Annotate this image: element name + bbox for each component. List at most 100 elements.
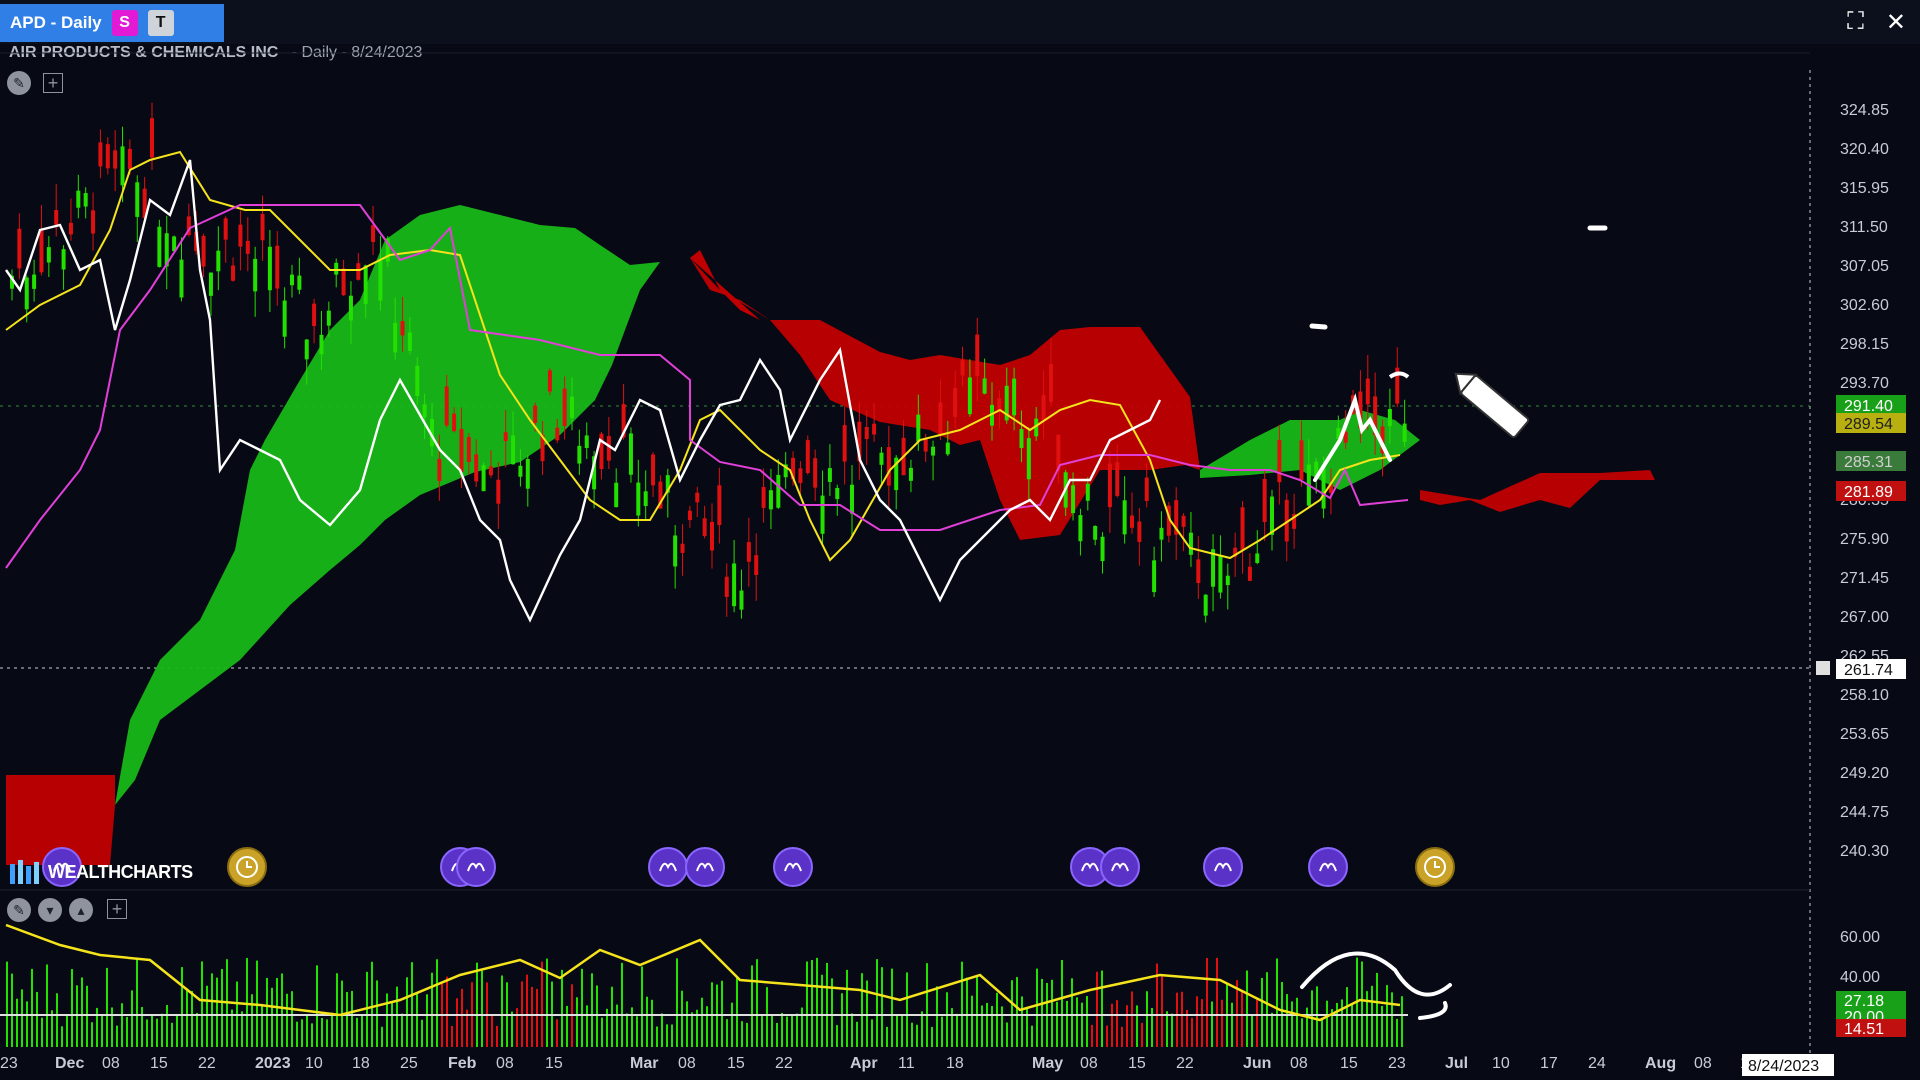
oscillator-tick-label: 60.00 [1840, 929, 1880, 946]
volume-bar [1376, 972, 1378, 1047]
volume-bar [1006, 1022, 1008, 1047]
candle-body [651, 454, 656, 486]
volume-bar [1246, 970, 1248, 1047]
volume-bar [141, 1007, 143, 1047]
osc-pointer-icon[interactable]: ✎ [7, 898, 31, 922]
price-tick-label: 244.75 [1840, 804, 1889, 821]
volume-bar [981, 1005, 983, 1047]
volume-bar [206, 985, 208, 1047]
price-chart[interactable]: 324.85 320.40 315.95 311.50 307.05 302.60 298.… [0, 0, 1920, 1080]
candle-body [1277, 440, 1282, 483]
volume-bar [1296, 997, 1298, 1047]
volume-bar [666, 1024, 668, 1047]
volume-bar [531, 986, 533, 1047]
volume-bar [621, 962, 623, 1047]
volume-bar [276, 978, 278, 1047]
volume-bar [731, 1002, 733, 1047]
volume-bar [221, 968, 223, 1047]
volume-bar [1036, 968, 1038, 1047]
volume-bar [576, 997, 578, 1047]
candle-body [739, 590, 744, 610]
candle-body [127, 148, 132, 169]
volume-bar [996, 992, 998, 1047]
candle-body [931, 446, 936, 456]
volume-bar [921, 1011, 923, 1047]
volume-bar [1231, 1002, 1233, 1047]
volume-bar [586, 1005, 588, 1047]
volume-bar [836, 1025, 838, 1047]
price-tick-label: 293.70 [1840, 375, 1889, 392]
volume-bar [876, 959, 878, 1047]
candle-body [83, 193, 88, 207]
candle-body [459, 428, 464, 473]
volume-bar [1041, 978, 1043, 1047]
earnings-marker-icon [227, 847, 267, 887]
pointer-tool-icon[interactable]: ✎ [7, 71, 31, 95]
candle-body [768, 490, 773, 510]
candle-body [975, 334, 980, 376]
volume-bar [1071, 978, 1073, 1047]
candle-body [967, 377, 972, 415]
volume-bar [871, 1019, 873, 1047]
volume-bar [1086, 996, 1088, 1047]
volume-bar [961, 961, 963, 1047]
date-tick-label: 08 [1694, 1055, 1712, 1072]
volume-bar [1381, 1005, 1383, 1047]
volume-bar [1276, 958, 1278, 1047]
volume-bar [1001, 1006, 1003, 1047]
volume-bar [1061, 959, 1063, 1047]
oscillator-tag-label: 14.51 [1844, 1021, 1884, 1038]
candle-body [319, 334, 324, 355]
volume-bar [1316, 986, 1318, 1047]
candle-body [577, 445, 582, 464]
candle-body [850, 484, 854, 514]
date-tick-label: Jun [1243, 1055, 1271, 1072]
candle-body [326, 310, 331, 326]
volume-bar [756, 959, 758, 1047]
candle-body [525, 459, 530, 489]
volume-bar [771, 1014, 773, 1047]
volume-bar [451, 1025, 453, 1047]
volume-bar [1261, 977, 1263, 1047]
add-study-icon[interactable]: + [43, 73, 63, 93]
candle-body [91, 210, 96, 234]
candle-body [673, 535, 678, 567]
volume-bar [516, 1008, 518, 1047]
volume-bar [616, 1004, 618, 1047]
volume-bar [1111, 1003, 1113, 1047]
volume-bar [556, 1019, 558, 1047]
price-tag: 281.89 [1836, 481, 1906, 501]
candle-body [518, 465, 523, 477]
volume-bar [746, 1022, 748, 1047]
date-tick-label: 23 [0, 1055, 18, 1072]
candle-body [503, 432, 508, 442]
volume-bar [321, 1017, 323, 1047]
candle-body [297, 275, 302, 290]
osc-collapse-icon[interactable]: ▾ [38, 898, 62, 922]
volume-bar [671, 1024, 673, 1047]
candle-body [304, 339, 309, 360]
date-tick-label: 15 [545, 1055, 563, 1072]
candle-body [798, 468, 803, 484]
osc-expand-icon[interactable]: ▴ [69, 898, 93, 922]
dividend-marker-icon [685, 847, 725, 887]
candle-body [1071, 485, 1076, 514]
volume-bar [1386, 985, 1388, 1047]
volume-bar [1151, 1008, 1153, 1047]
osc-add-icon[interactable]: + [107, 899, 127, 919]
candle-body [1107, 463, 1112, 508]
volume-bar [491, 1014, 493, 1047]
date-tick-label: Jul [1445, 1055, 1468, 1072]
crosshair-add-icon [1816, 661, 1830, 675]
dividend-marker-icon [1203, 847, 1243, 887]
volume-bar [396, 986, 398, 1047]
candle-body [208, 272, 213, 296]
volume-bar [1336, 1002, 1338, 1047]
price-tag-label: 261.74 [1844, 662, 1893, 679]
candle-body [945, 442, 950, 455]
candle-body [1137, 521, 1142, 542]
price-tick-label: 298.15 [1840, 336, 1889, 353]
volume-bar [106, 967, 108, 1047]
price-tag: 289.54 [1836, 413, 1906, 433]
volume-bar [296, 1021, 298, 1047]
